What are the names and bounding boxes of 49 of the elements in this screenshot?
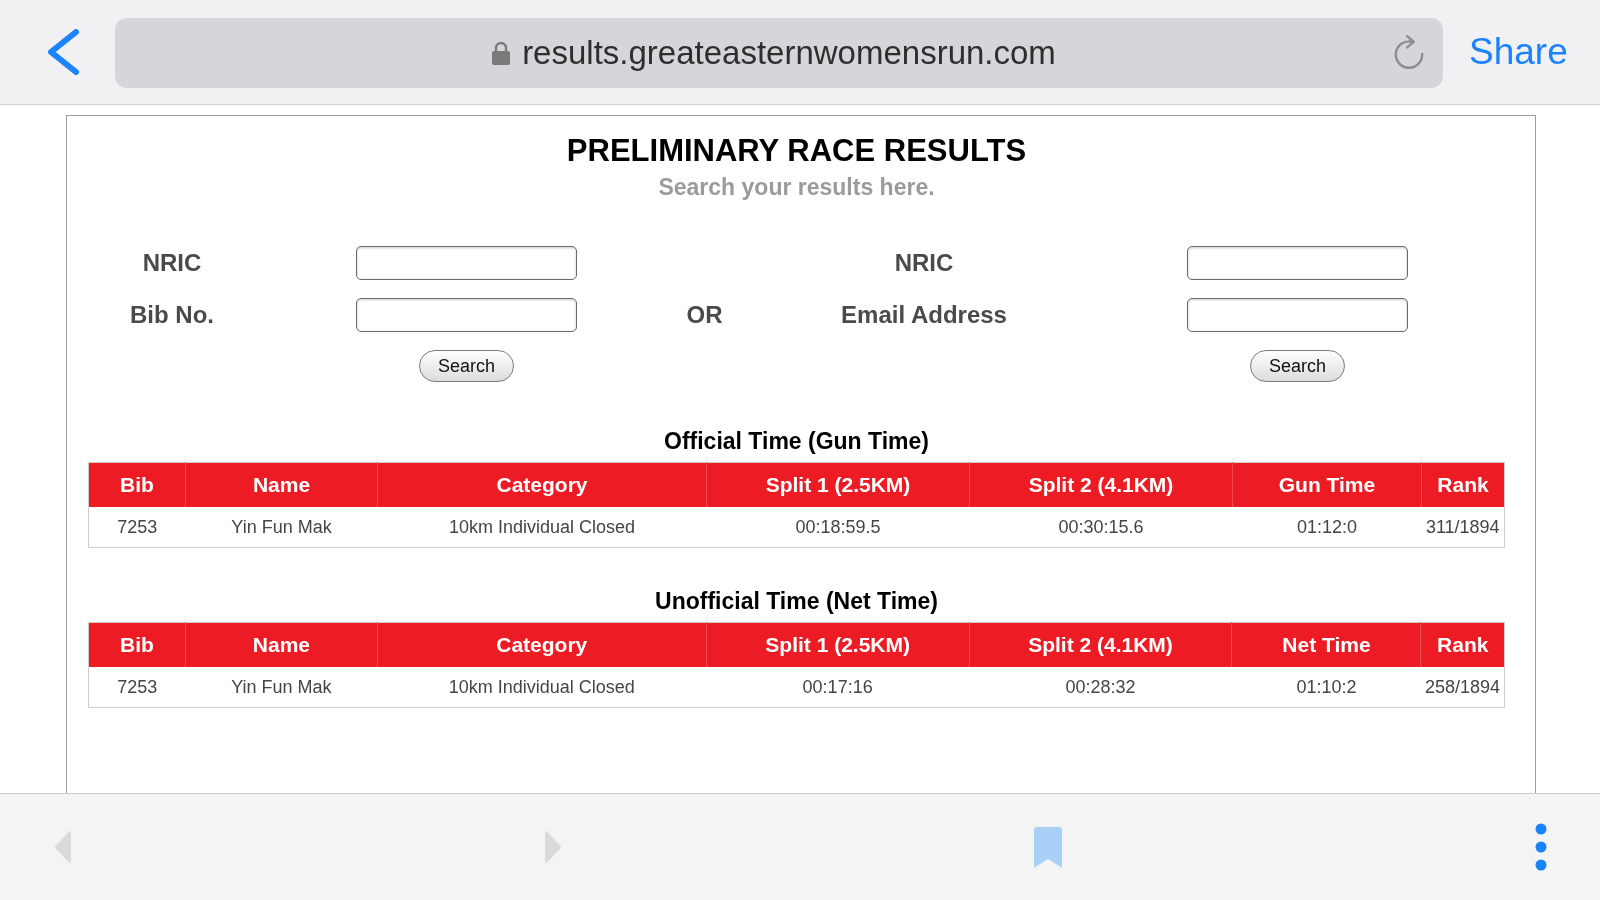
column-header: Category (377, 462, 707, 507)
column-header: Rank (1421, 462, 1505, 507)
or-label: OR (686, 301, 723, 329)
column-header: Category (377, 622, 707, 667)
field-label: NRIC (894, 249, 954, 277)
column-header: Bib (88, 462, 186, 507)
field-label: Bib No. (130, 301, 214, 329)
column-header: Split 1 (2.5KM) (706, 622, 970, 667)
table-cell: 00:18:59.5 (706, 507, 970, 548)
table-cell: 10km Individual Closed (377, 667, 707, 708)
column-header: Name (185, 462, 378, 507)
column-header: Bib (88, 622, 186, 667)
address-bar[interactable]: results.greateasternwomensrun.com (115, 18, 1443, 88)
table-cell: 258/1894 (1420, 667, 1505, 708)
column-header: Split 2 (4.1KM) (969, 622, 1232, 667)
input-field[interactable] (1187, 246, 1408, 280)
column-header: Name (185, 622, 378, 667)
column-header: Net Time (1231, 622, 1421, 667)
reload-icon[interactable] (1393, 35, 1425, 71)
table-cell: Yin Fun Mak (185, 667, 378, 708)
column-header: Rank (1420, 622, 1505, 667)
table-cell: 01:12:0 (1232, 507, 1422, 548)
table-cell: 00:28:32 (969, 667, 1232, 708)
lock-icon (492, 41, 511, 65)
table-heading: Unofficial Time (Net Time) (654, 587, 939, 616)
page-title: PRELIMINARY RACE RESULTS (565, 132, 1028, 170)
table-heading: Official Time (Gun Time) (663, 427, 930, 456)
input-field[interactable] (356, 246, 577, 280)
url-text: results.greateasternwomensrun.com (522, 34, 1056, 72)
input-field[interactable] (1187, 298, 1408, 332)
column-header: Split 2 (4.1KM) (969, 462, 1233, 507)
table-cell: 00:17:16 (706, 667, 970, 708)
table-cell: Yin Fun Mak (185, 507, 378, 548)
table-cell: 311/1894 (1421, 507, 1505, 548)
input-field[interactable] (356, 298, 577, 332)
table-cell: 01:10:2 (1231, 667, 1421, 708)
back-icon[interactable] (46, 29, 80, 75)
field-label: Email Address (841, 301, 1007, 329)
page-subtitle: Search your results here. (657, 173, 936, 201)
column-header: Split 1 (2.5KM) (706, 462, 970, 507)
search-button[interactable]: Search (418, 350, 514, 382)
search-button[interactable]: Search (1249, 350, 1345, 382)
table-cell: 10km Individual Closed (377, 507, 707, 548)
table-cell: 00:30:15.6 (969, 507, 1233, 548)
field-label: NRIC (142, 249, 202, 277)
column-header: Gun Time (1232, 462, 1422, 507)
table-cell: 7253 (88, 667, 186, 708)
table-cell: 7253 (88, 507, 186, 548)
more-icon[interactable] (1534, 823, 1547, 871)
